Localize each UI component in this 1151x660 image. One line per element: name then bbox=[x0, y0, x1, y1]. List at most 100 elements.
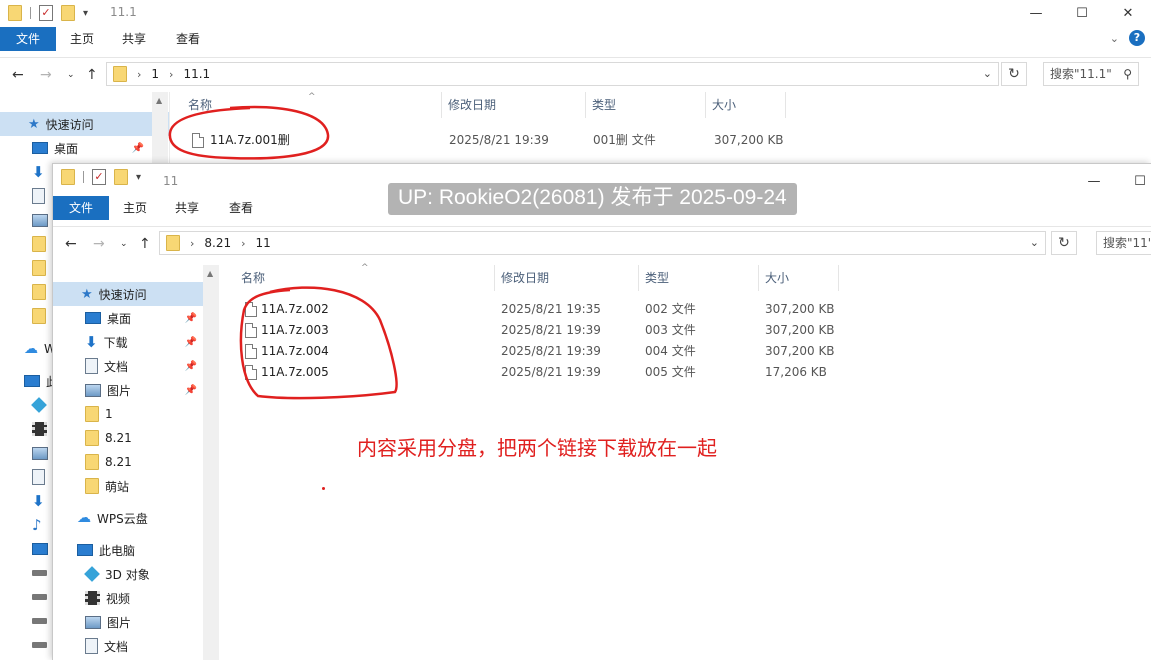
tab-home[interactable]: 主页 bbox=[123, 196, 147, 220]
pin-icon[interactable]: 📌 bbox=[185, 313, 197, 324]
nav-scrollbar[interactable]: ▲ bbox=[203, 265, 219, 660]
forward-arrow-icon[interactable]: → bbox=[40, 67, 52, 83]
refresh-button[interactable]: ↻ bbox=[1001, 62, 1027, 86]
minimize-button[interactable]: — bbox=[1013, 0, 1059, 26]
picture-icon bbox=[85, 615, 101, 629]
nav-quick-access[interactable]: ★ 快速访问 bbox=[0, 112, 169, 136]
up-arrow-icon[interactable]: ↑ bbox=[139, 236, 151, 252]
maximize-button[interactable]: ☐ bbox=[1117, 168, 1151, 194]
folder-icon bbox=[85, 406, 99, 422]
nav-documents-pc[interactable]: 文档 bbox=[53, 634, 218, 658]
title-bar: ✓ ▾ 11.1 — ☐ ✕ bbox=[0, 0, 1151, 26]
nav-folder-1[interactable]: 1 bbox=[53, 402, 218, 426]
recent-locations-icon[interactable]: ⌄ bbox=[67, 70, 75, 80]
nav-this-pc[interactable]: 此电脑 bbox=[53, 538, 218, 562]
annotation-text: 内容采用分盘，把两个链接下载放在一起 bbox=[357, 436, 717, 460]
nav-folder-8-21[interactable]: 8.21 bbox=[53, 450, 218, 474]
search-input[interactable]: 搜索"11.1" ⚲ bbox=[1043, 62, 1139, 86]
close-button[interactable]: ✕ bbox=[1105, 0, 1151, 26]
new-folder-icon[interactable] bbox=[61, 5, 75, 21]
up-arrow-icon[interactable]: ↑ bbox=[86, 67, 98, 83]
column-header-size[interactable]: 大小 bbox=[706, 92, 786, 118]
file-size: 307,200 KB bbox=[765, 344, 835, 358]
nav-desktop[interactable]: 桌面 📌 bbox=[0, 136, 150, 160]
new-folder-icon[interactable] bbox=[114, 169, 128, 185]
folder-icon bbox=[85, 478, 99, 494]
music-icon: ♪ bbox=[32, 516, 42, 534]
nav-documents[interactable]: 文档 📌 bbox=[53, 354, 203, 378]
column-header-name[interactable]: 名称 bbox=[182, 92, 442, 118]
nav-wps-cloud[interactable]: ☁ WPS云盘 bbox=[53, 506, 218, 530]
nav-label: 文档 bbox=[104, 639, 129, 654]
recent-locations-icon[interactable]: ⌄ bbox=[120, 239, 128, 249]
list-item[interactable]: 11A.7z.004 2025/8/21 19:39 004 文件 307,20… bbox=[235, 341, 935, 362]
expand-ribbon-icon[interactable]: ⌄ bbox=[1110, 32, 1119, 45]
properties-icon[interactable]: ✓ bbox=[39, 5, 53, 21]
address-bar[interactable]: › 8.21 › 11 ⌄ bbox=[159, 231, 1046, 255]
tab-share[interactable]: 共享 bbox=[122, 27, 146, 51]
file-type: 003 文件 bbox=[645, 323, 696, 337]
help-icon[interactable]: ? bbox=[1129, 30, 1145, 46]
file-icon bbox=[192, 133, 204, 148]
file-name: 11A.7z.003 bbox=[261, 323, 329, 337]
list-item[interactable]: 11A.7z.001删 2025/8/21 19:39 001删 文件 307,… bbox=[182, 130, 882, 151]
refresh-button[interactable]: ↻ bbox=[1051, 231, 1077, 255]
nav-3d-objects[interactable]: 3D 对象 bbox=[53, 562, 218, 586]
column-header-type[interactable]: 类型 bbox=[639, 265, 759, 291]
list-item[interactable]: 11A.7z.002 2025/8/21 19:35 002 文件 307,20… bbox=[235, 299, 935, 320]
search-input[interactable]: 搜索"11" bbox=[1096, 231, 1151, 255]
folder-icon bbox=[32, 236, 46, 252]
nav-folder-8-21[interactable]: 8.21 bbox=[53, 426, 218, 450]
breadcrumb-item[interactable]: 8.21 bbox=[204, 236, 231, 250]
search-placeholder: 搜索"11" bbox=[1103, 236, 1151, 250]
customize-toolbar-icon[interactable]: ▾ bbox=[136, 172, 141, 183]
scroll-up-icon[interactable]: ▲ bbox=[156, 96, 162, 105]
scroll-up-icon[interactable]: ▲ bbox=[207, 269, 213, 278]
tab-file[interactable]: 文件 bbox=[53, 196, 109, 220]
breadcrumb-item[interactable]: 11 bbox=[256, 236, 271, 250]
pin-icon[interactable]: 📌 bbox=[132, 143, 144, 154]
nav-quick-access[interactable]: ★ 快速访问 bbox=[53, 282, 218, 306]
properties-icon[interactable]: ✓ bbox=[92, 169, 106, 185]
customize-toolbar-icon[interactable]: ▾ bbox=[83, 8, 88, 19]
column-header-name[interactable]: 名称 bbox=[235, 265, 495, 291]
nav-desktop[interactable]: 桌面 📌 bbox=[53, 306, 203, 330]
nav-folder-mengzhan[interactable]: 萌站 bbox=[53, 474, 218, 498]
list-item[interactable]: 11A.7z.003 2025/8/21 19:39 003 文件 307,20… bbox=[235, 320, 935, 341]
minimize-button[interactable]: — bbox=[1071, 168, 1117, 194]
column-header-size[interactable]: 大小 bbox=[759, 265, 839, 291]
tab-view[interactable]: 查看 bbox=[229, 196, 253, 220]
back-arrow-icon[interactable]: ← bbox=[12, 67, 24, 83]
tab-file[interactable]: 文件 bbox=[0, 27, 56, 51]
list-item[interactable]: 11A.7z.005 2025/8/21 19:39 005 文件 17,206… bbox=[235, 362, 935, 383]
breadcrumb-item[interactable]: 11.1 bbox=[183, 67, 210, 81]
nav-videos[interactable]: 视频 bbox=[53, 586, 218, 610]
window-title: 11.1 bbox=[110, 5, 137, 19]
pin-icon[interactable]: 📌 bbox=[185, 337, 197, 348]
computer-icon bbox=[24, 375, 40, 387]
back-arrow-icon[interactable]: ← bbox=[65, 236, 77, 252]
column-header-modified[interactable]: 修改日期 bbox=[442, 92, 586, 118]
column-header-type[interactable]: 类型 bbox=[586, 92, 706, 118]
chevron-down-icon[interactable]: ⌄ bbox=[983, 67, 992, 80]
nav-downloads[interactable]: ⬇ 下载 📌 bbox=[53, 330, 203, 354]
maximize-button[interactable]: ☐ bbox=[1059, 0, 1105, 26]
tab-home[interactable]: 主页 bbox=[70, 27, 94, 51]
column-header-modified[interactable]: 修改日期 bbox=[495, 265, 639, 291]
nav-label: 萌站 bbox=[105, 479, 130, 494]
drive-icon bbox=[32, 570, 47, 576]
chevron-down-icon[interactable]: ⌄ bbox=[1030, 236, 1039, 249]
document-icon bbox=[32, 469, 45, 485]
pin-icon[interactable]: 📌 bbox=[185, 385, 197, 396]
forward-arrow-icon[interactable]: → bbox=[93, 236, 105, 252]
tab-view[interactable]: 查看 bbox=[176, 27, 200, 51]
tab-share[interactable]: 共享 bbox=[175, 196, 199, 220]
breadcrumb-item[interactable]: 1 bbox=[151, 67, 159, 81]
nav-pictures[interactable]: 图片 📌 bbox=[53, 378, 203, 402]
pin-icon[interactable]: 📌 bbox=[185, 361, 197, 372]
download-icon: ⬇ bbox=[32, 163, 45, 181]
address-bar[interactable]: › 1 › 11.1 ⌄ bbox=[106, 62, 999, 86]
nav-pictures-pc[interactable]: 图片 bbox=[53, 610, 218, 634]
video-icon bbox=[32, 422, 47, 436]
nav-label: WPS云盘 bbox=[97, 511, 148, 526]
